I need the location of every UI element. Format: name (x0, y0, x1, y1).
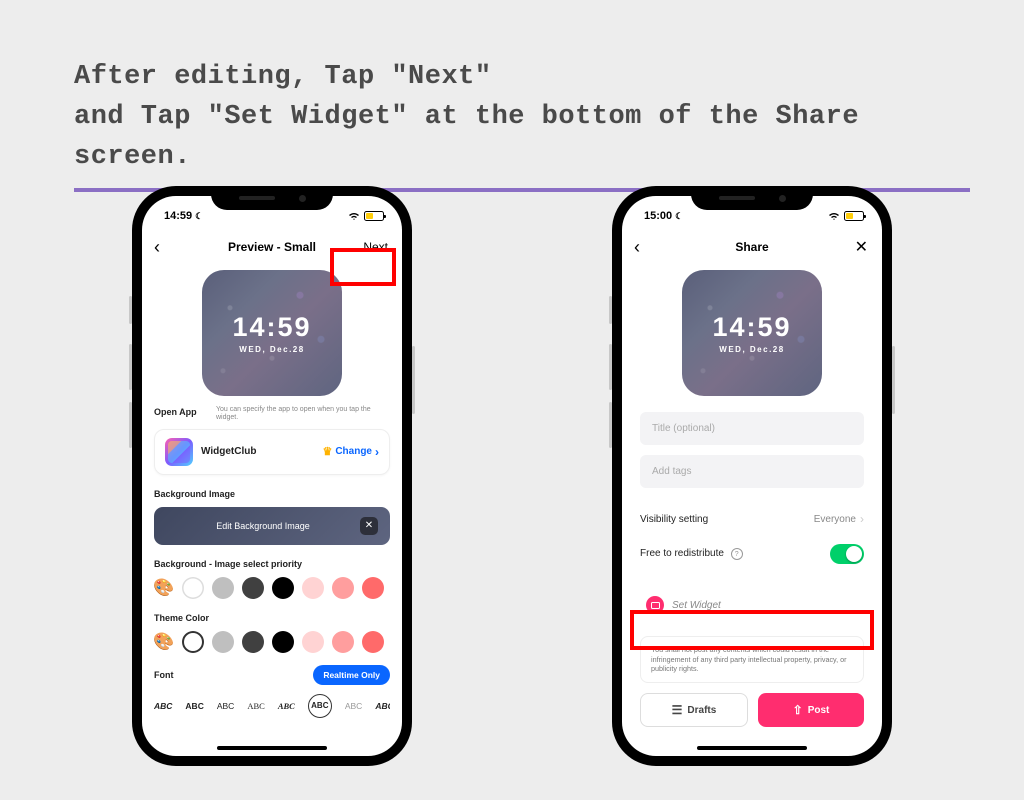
visibility-value[interactable]: Everyone › (814, 512, 864, 526)
status-time: 14:59 (164, 210, 192, 222)
swatch[interactable] (332, 631, 354, 653)
crown-icon: ♛ (322, 445, 332, 458)
bg-priority-label: Background - Image select priority (154, 559, 390, 569)
status-time: 15:00 (644, 210, 672, 222)
widget-time: 14:59 (232, 312, 311, 343)
font-option[interactable]: ABC (375, 701, 390, 711)
swatch[interactable] (182, 577, 204, 599)
bg-image-label: Background Image (154, 489, 390, 499)
tags-input[interactable]: Add tags (640, 455, 864, 488)
swatch[interactable] (362, 577, 384, 599)
open-app-label: Open App (154, 406, 210, 417)
realtime-only-button[interactable]: Realtime Only (313, 665, 390, 685)
chevron-right-icon: › (860, 512, 864, 526)
title-input[interactable]: Title (optional) (640, 412, 864, 445)
instruction-heading: After editing, Tap "Next" and Tap "Set W… (74, 58, 970, 192)
swatch[interactable] (302, 577, 324, 599)
phone-share: 15:00☾ ‹ Share ✕ 14:59 WED, Dec.28 Title… (612, 186, 892, 766)
widget-preview: 14:59 WED, Dec.28 (202, 270, 342, 396)
font-option[interactable]: ABC (278, 701, 295, 711)
nav-bar: ‹ Share ✕ (622, 232, 882, 262)
home-indicator (697, 746, 807, 750)
swatch[interactable] (212, 631, 234, 653)
edit-bg-button[interactable]: Edit Background Image ✕ (154, 507, 390, 545)
visibility-label: Visibility setting (640, 514, 708, 525)
swatch[interactable] (212, 577, 234, 599)
close-icon[interactable]: ✕ (855, 237, 868, 257)
theme-color-swatches: 🎨 (154, 631, 390, 653)
swatch[interactable] (362, 631, 384, 653)
nav-title: Share (735, 240, 768, 254)
dnd-moon-icon: ☾ (195, 211, 203, 222)
font-option[interactable]: ABC (217, 701, 234, 711)
bg-priority-swatches: 🎨 (154, 577, 390, 599)
change-app-button[interactable]: ♛ Change › (322, 445, 379, 459)
open-app-card[interactable]: WidgetClub ♛ Change › (154, 429, 390, 475)
battery-icon (364, 211, 384, 221)
heading-line2: and Tap "Set Widget" at the bottom of th… (74, 102, 859, 172)
phone-preview: 14:59☾ ‹ Preview - Small Next 14:59 WED,… (132, 186, 412, 766)
battery-icon (844, 211, 864, 221)
swatch[interactable] (332, 577, 354, 599)
redistribute-toggle[interactable] (830, 544, 864, 564)
font-label: Font (154, 670, 313, 680)
theme-color-label: Theme Color (154, 613, 390, 623)
wifi-icon (348, 212, 360, 221)
widget-date: WED, Dec.28 (719, 345, 784, 354)
palette-icon[interactable]: 🎨 (154, 578, 174, 598)
widget-preview: 14:59 WED, Dec.28 (682, 270, 822, 396)
legal-notice: You shall not post any contents which co… (640, 636, 864, 683)
font-options: ABC ABC ABC ABC ABC ABC ABC ABC (154, 694, 390, 718)
font-option[interactable]: ABC (247, 701, 264, 711)
swatch[interactable] (242, 631, 264, 653)
post-button[interactable]: ⇧ Post (758, 693, 864, 727)
swatch[interactable] (272, 631, 294, 653)
back-chevron-icon[interactable]: ‹ (154, 237, 160, 258)
widget-square-icon (646, 596, 664, 614)
nav-title: Preview - Small (228, 240, 316, 254)
widget-time: 14:59 (712, 312, 791, 343)
chevron-right-icon: › (375, 445, 379, 459)
info-icon[interactable]: ? (731, 548, 743, 560)
app-icon (165, 438, 193, 466)
dnd-moon-icon: ☾ (675, 211, 683, 222)
font-option[interactable]: ABC (154, 701, 172, 711)
swatch[interactable] (242, 577, 264, 599)
set-widget-button[interactable]: Set Widget (640, 586, 864, 624)
font-option[interactable]: ABC (345, 701, 362, 711)
palette-icon[interactable]: 🎨 (154, 632, 174, 652)
wifi-icon (828, 212, 840, 221)
open-app-name: WidgetClub (201, 446, 314, 457)
widget-date: WED, Dec.28 (239, 345, 304, 354)
post-icon: ⇧ (793, 703, 803, 717)
drafts-icon: ☰ (672, 703, 683, 717)
swatch-selected[interactable] (182, 631, 204, 653)
font-option[interactable]: ABC (185, 701, 203, 711)
font-option-selected[interactable]: ABC (308, 694, 332, 718)
clear-bg-icon[interactable]: ✕ (360, 517, 378, 535)
heading-line1: After editing, Tap "Next" (74, 62, 492, 92)
home-indicator (217, 746, 327, 750)
nav-bar: ‹ Preview - Small Next (142, 232, 402, 262)
redistribute-label: Free to redistribute ? (640, 548, 743, 561)
next-button[interactable]: Next (363, 240, 388, 254)
open-app-sub: You can specify the app to open when you… (216, 406, 390, 423)
swatch[interactable] (272, 577, 294, 599)
swatch[interactable] (302, 631, 324, 653)
back-chevron-icon[interactable]: ‹ (634, 237, 640, 258)
drafts-button[interactable]: ☰ Drafts (640, 693, 748, 727)
